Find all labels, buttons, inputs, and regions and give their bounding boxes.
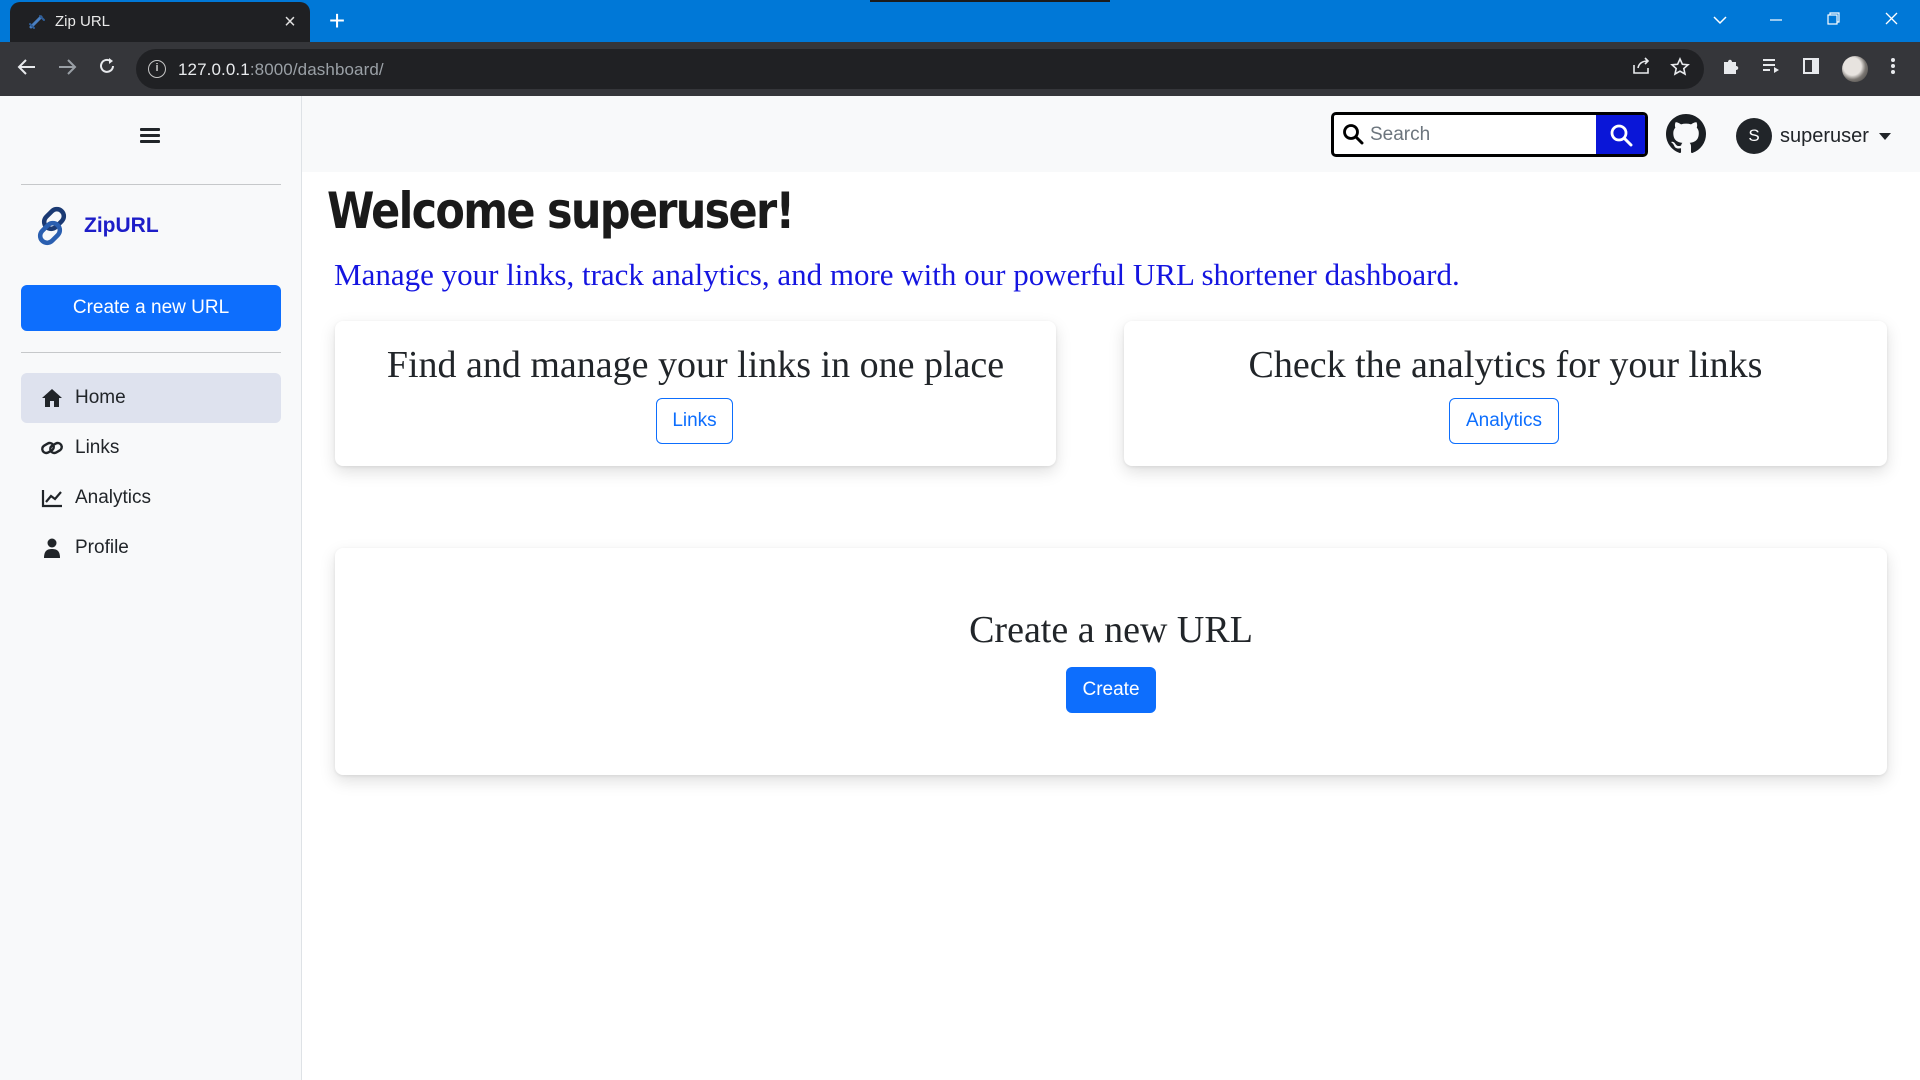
sidebar: ZipURL Create a new URL Home Links Analy… [0, 96, 302, 1080]
main-content: Welcome superuser! Manage your links, tr… [302, 172, 1920, 1080]
title-bar-notch [870, 0, 1110, 2]
sidebar-item-label: Home [75, 387, 126, 408]
restore-window-icon[interactable] [1813, 6, 1853, 36]
page-title: Welcome superuser! [327, 182, 795, 240]
browser-tab-bar: Zip URL × + [0, 0, 1920, 42]
chart-icon [39, 487, 65, 509]
sidebar-item-label: Links [75, 437, 120, 458]
url-host: 127.0.0.1 [178, 60, 250, 79]
sidebar-item-analytics[interactable]: Analytics [21, 473, 281, 523]
minimize-window-icon[interactable] [1756, 6, 1796, 36]
new-tab-plus-icon[interactable]: + [322, 7, 352, 37]
top-header: S superuser [302, 96, 1920, 172]
sidebar-item-home[interactable]: Home [21, 373, 281, 423]
share-icon[interactable] [1630, 57, 1654, 81]
browser-menu-kebab-icon[interactable] [1880, 56, 1906, 82]
bookmark-star-icon[interactable] [1668, 57, 1692, 81]
page-subtitle: Manage your links, track analytics, and … [334, 257, 1460, 292]
forward-arrow-icon[interactable] [52, 54, 82, 84]
browser-toolbar: i 127.0.0.1:8000/dashboard/ [0, 42, 1920, 96]
browser-tab[interactable]: Zip URL × [10, 2, 310, 42]
create-button[interactable]: Create [1066, 667, 1156, 713]
card-title: Create a new URL [969, 609, 1253, 651]
media-queue-icon[interactable] [1758, 56, 1784, 82]
github-icon[interactable] [1666, 114, 1706, 154]
link-icon [39, 437, 65, 459]
browser-profile-avatar[interactable] [1842, 56, 1868, 82]
home-icon [39, 387, 65, 409]
links-card: Find and manage your links in one place … [335, 321, 1056, 466]
reload-icon[interactable] [92, 54, 122, 84]
url-path: :8000/dashboard/ [249, 60, 384, 79]
brand[interactable]: ZipURL [32, 204, 159, 248]
sidebar-nav: Home Links Analytics Profile [21, 373, 281, 573]
create-url-card: Create a new URL Create [335, 548, 1887, 775]
sidebar-item-links[interactable]: Links [21, 423, 281, 473]
hamburger-menu-icon[interactable] [136, 126, 164, 148]
card-title: Check the analytics for your links [1248, 344, 1763, 386]
sidebar-item-profile[interactable]: Profile [21, 523, 281, 573]
analytics-card: Check the analytics for your links Analy… [1124, 321, 1887, 466]
sidebar-divider [21, 184, 281, 185]
sidebar-divider [21, 352, 281, 353]
card-title: Find and manage your links in one place [386, 344, 1005, 386]
create-new-url-button[interactable]: Create a new URL [21, 285, 281, 331]
site-info-icon[interactable]: i [148, 60, 166, 78]
sidebar-item-label: Analytics [75, 487, 152, 508]
username: superuser [1780, 124, 1869, 147]
side-panel-icon[interactable] [1798, 56, 1824, 82]
address-bar[interactable]: i 127.0.0.1:8000/dashboard/ [136, 49, 1704, 89]
search-form [1331, 112, 1648, 157]
user-menu-dropdown[interactable]: S superuser [1736, 118, 1891, 154]
close-window-icon[interactable] [1871, 6, 1911, 36]
search-icon [1343, 124, 1364, 145]
search-button[interactable] [1596, 115, 1645, 154]
chain-link-logo-icon [37, 206, 67, 246]
app-root: ZipURL Create a new URL Home Links Analy… [0, 96, 1920, 1080]
analytics-button[interactable]: Analytics [1449, 398, 1559, 444]
tab-title: Zip URL [55, 13, 111, 30]
tab-close-icon[interactable]: × [278, 10, 302, 34]
links-button[interactable]: Links [656, 398, 733, 444]
caret-down-icon [1878, 132, 1891, 140]
tab-search-chevron-icon[interactable] [1700, 6, 1740, 36]
back-arrow-icon[interactable] [12, 54, 42, 84]
user-icon [39, 537, 65, 559]
search-input[interactable] [1370, 115, 1590, 154]
brand-name: ZipURL [84, 214, 159, 237]
sidebar-item-label: Profile [75, 537, 129, 558]
chain-link-favicon-icon [29, 15, 45, 29]
avatar: S [1736, 118, 1772, 154]
extensions-puzzle-icon[interactable] [1718, 56, 1744, 82]
url-text[interactable]: 127.0.0.1:8000/dashboard/ [178, 60, 384, 80]
search-icon [1610, 124, 1632, 146]
